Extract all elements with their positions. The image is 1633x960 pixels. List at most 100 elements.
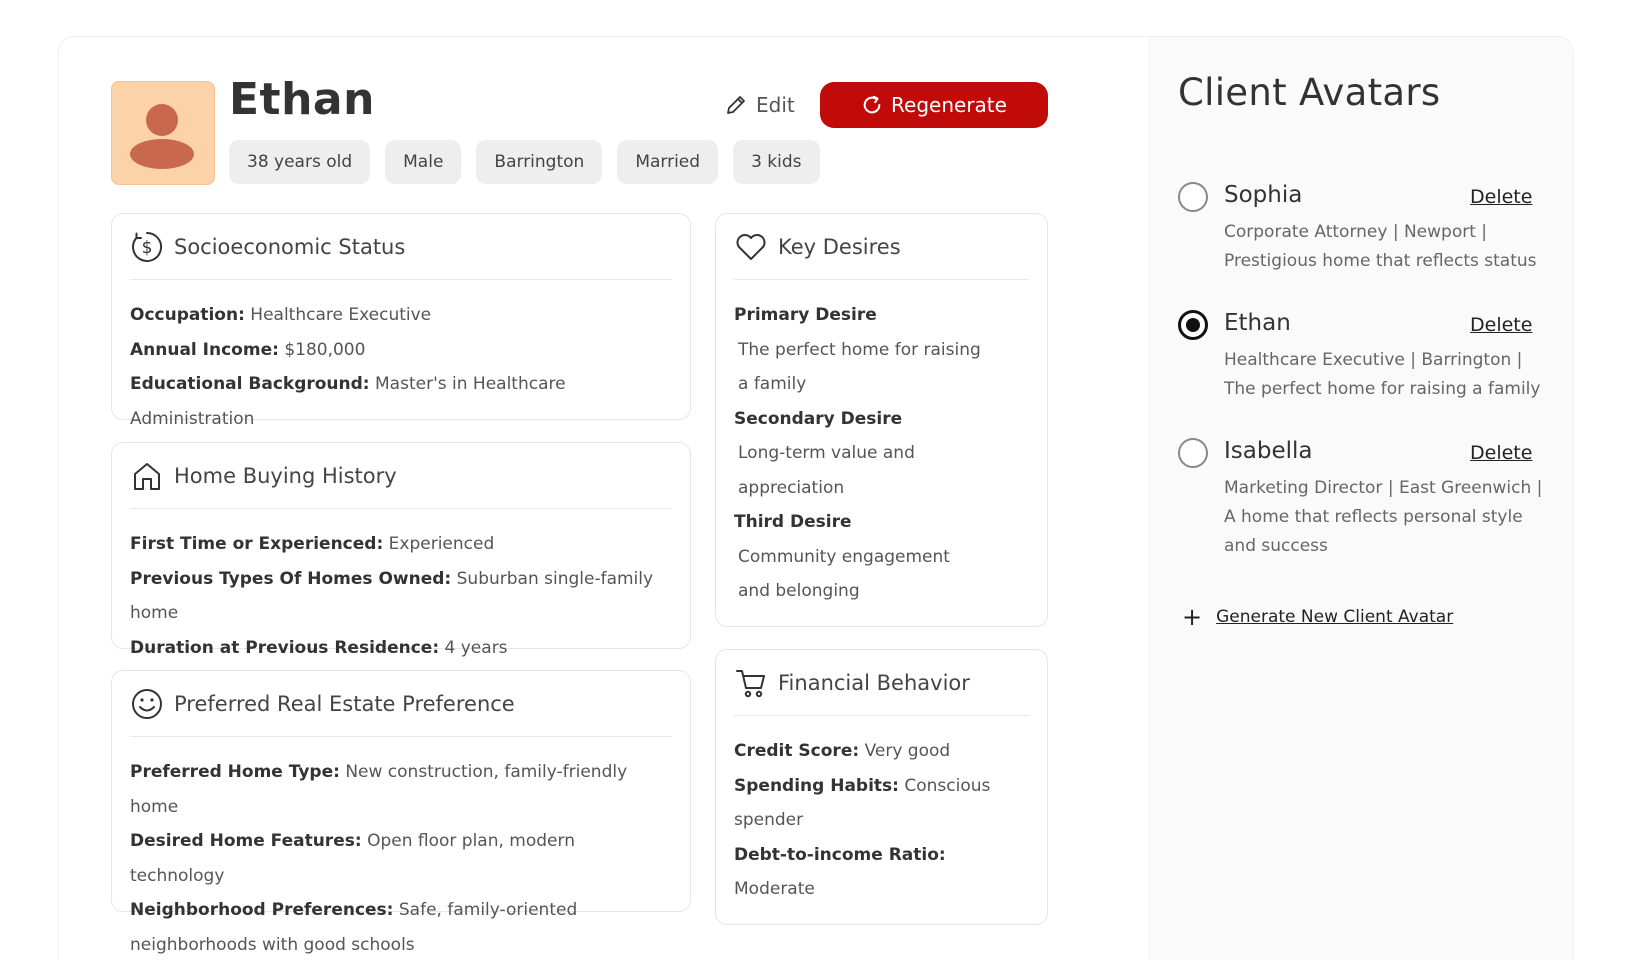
heart-icon (736, 233, 766, 260)
tag-kids: 3 kids (733, 140, 820, 184)
client-radio[interactable] (1178, 438, 1208, 468)
field-label: Credit Score: (734, 741, 860, 761)
card-header: Key Desires (734, 214, 1029, 280)
client-description: Healthcare Executive | Barrington | The … (1224, 346, 1554, 404)
field-label: Preferred Home Type: (130, 762, 340, 782)
field-label: Neighborhood Preferences: (130, 900, 394, 920)
client-name[interactable]: Ethan (1224, 310, 1291, 336)
generate-avatar-label: Generate New Client Avatar (1216, 607, 1454, 627)
buyer-type-row: First Time or Experienced: Experienced (130, 527, 672, 562)
card-title: Key Desires (778, 234, 901, 259)
card-title: Preferred Real Estate Preference (174, 691, 515, 716)
delete-link[interactable]: Delete (1470, 442, 1532, 464)
debt-ratio-row: Debt-to-income Ratio: (734, 838, 1029, 873)
description-line: The perfect home for raising a family (1224, 379, 1541, 399)
field-value: Healthcare Executive (250, 305, 432, 325)
tag-marital-status: Married (617, 140, 719, 184)
occupation-row: Occupation: Healthcare Executive (130, 298, 672, 333)
client-radio[interactable] (1178, 182, 1208, 212)
financial-card: Financial Behavior Credit Score: Very go… (715, 649, 1048, 925)
field-value: Safe, family-oriented (398, 900, 578, 920)
field-label: Previous Types Of Homes Owned: (130, 568, 452, 589)
socioeconomic-card: $ Socioeconomic Status Occupation: Healt… (111, 213, 691, 429)
third-desire-label: Third Desire (734, 512, 852, 532)
plus-icon: + (1182, 603, 1203, 631)
client-item-sophia: Sophia Delete Corporate Attorney | Newpo… (1178, 182, 1558, 282)
field-value: $180,000 (284, 339, 366, 360)
debt-ratio-value: Moderate (734, 879, 815, 899)
description-line: Prestigious home that reflects status (1224, 251, 1537, 271)
dollar-circle-icon: $ (132, 231, 163, 262)
app-frame: Ethan Edit Regenerate 38 years old Male … (58, 36, 1574, 960)
education-row: Educational Background: Master's in Heal… (130, 367, 672, 436)
field-value: Conscious (904, 775, 991, 796)
tag-location: Barrington (476, 140, 603, 184)
field-label: Duration at Previous Residence: (130, 637, 440, 658)
spending-habits-row: Spending Habits: Conscious (734, 769, 1029, 804)
tag-age: 38 years old (229, 140, 371, 184)
primary-desire-text: The perfect home for raising (738, 339, 981, 360)
card-header: Financial Behavior (734, 650, 1029, 716)
field-label: Spending Habits: (734, 775, 899, 796)
edit-label: Edit (756, 93, 795, 117)
card-title: Financial Behavior (778, 670, 970, 695)
delete-link[interactable]: Delete (1470, 314, 1532, 336)
delete-link[interactable]: Delete (1470, 186, 1532, 208)
client-description: Corporate Attorney | Newport | Prestigio… (1224, 218, 1554, 276)
residence-duration-row: Duration at Previous Residence: 4 years (130, 631, 672, 666)
field-label: Occupation: (130, 305, 245, 325)
client-description: Marketing Director | East Greenwich | A … (1224, 474, 1554, 561)
key-desires-card: Key Desires Primary Desire The perfect h… (715, 213, 1048, 627)
generate-avatar-button[interactable]: + Generate New Client Avatar (1182, 605, 1453, 629)
field-label: Debt-to-income Ratio: (734, 844, 946, 865)
edit-button[interactable]: Edit (724, 89, 795, 121)
field-value: Very good (864, 741, 951, 761)
profile-tags: 38 years old Male Barrington Married 3 k… (229, 140, 820, 184)
previous-homes-row: Previous Types Of Homes Owned: Suburban … (130, 562, 672, 631)
regenerate-label: Regenerate (891, 93, 1007, 117)
field-label: First Time or Experienced: (130, 534, 384, 554)
client-radio[interactable] (1178, 310, 1208, 340)
card-header: Preferred Real Estate Preference (130, 671, 672, 737)
client-item-isabella: Isabella Delete Marketing Director | Eas… (1178, 438, 1558, 568)
third-desire-text: and belonging (738, 581, 860, 601)
neighborhood-row: Neighborhood Preferences: Safe, family-o… (130, 893, 672, 928)
secondary-desire-text: Long-term value and (738, 443, 915, 463)
description-line: Healthcare Executive | Barrington | (1224, 350, 1523, 370)
field-value: Experienced (388, 534, 495, 554)
secondary-desire-text: appreciation (738, 477, 845, 498)
profile-name: Ethan (229, 74, 375, 125)
spending-habits-row-continued: spender (734, 810, 804, 830)
third-desire-text: Community engagement (738, 546, 950, 567)
client-avatars-panel: Client Avatars Sophia Delete Corporate A… (1149, 37, 1573, 960)
card-header: Home Buying History (130, 443, 672, 509)
description-line: Marketing Director | East Greenwich | (1224, 478, 1543, 498)
avatar (111, 81, 215, 185)
refresh-icon (863, 95, 881, 114)
client-name[interactable]: Sophia (1224, 182, 1302, 208)
field-label: Annual Income: (130, 339, 279, 360)
card-title: Socioeconomic Status (174, 234, 406, 259)
primary-desire-text: a family (738, 374, 807, 394)
smile-icon (132, 688, 162, 719)
regenerate-button[interactable]: Regenerate (820, 82, 1048, 128)
field-label: Educational Background: (130, 374, 370, 394)
description-line: and success (1224, 536, 1328, 556)
income-row: Annual Income: $180,000 (130, 333, 672, 368)
secondary-desire-label: Secondary Desire (734, 408, 903, 429)
card-header: $ Socioeconomic Status (130, 214, 672, 280)
primary-desire-label: Primary Desire (734, 305, 877, 325)
credit-score-row: Credit Score: Very good (734, 734, 1029, 769)
description-line: Corporate Attorney | Newport | (1224, 222, 1488, 242)
person-icon (130, 104, 194, 169)
home-type-row: Preferred Home Type: New construction, f… (130, 755, 672, 824)
field-value: 4 years (444, 637, 508, 658)
home-icon (134, 462, 160, 490)
pencil-icon (727, 96, 745, 114)
svg-text:$: $ (142, 238, 153, 258)
cart-icon (736, 669, 765, 697)
card-title: Home Buying History (174, 463, 397, 488)
client-name[interactable]: Isabella (1224, 438, 1313, 464)
home-features-row: Desired Home Features: Open floor plan, … (130, 824, 672, 893)
home-buying-card: Home Buying History First Time or Experi… (111, 442, 691, 658)
